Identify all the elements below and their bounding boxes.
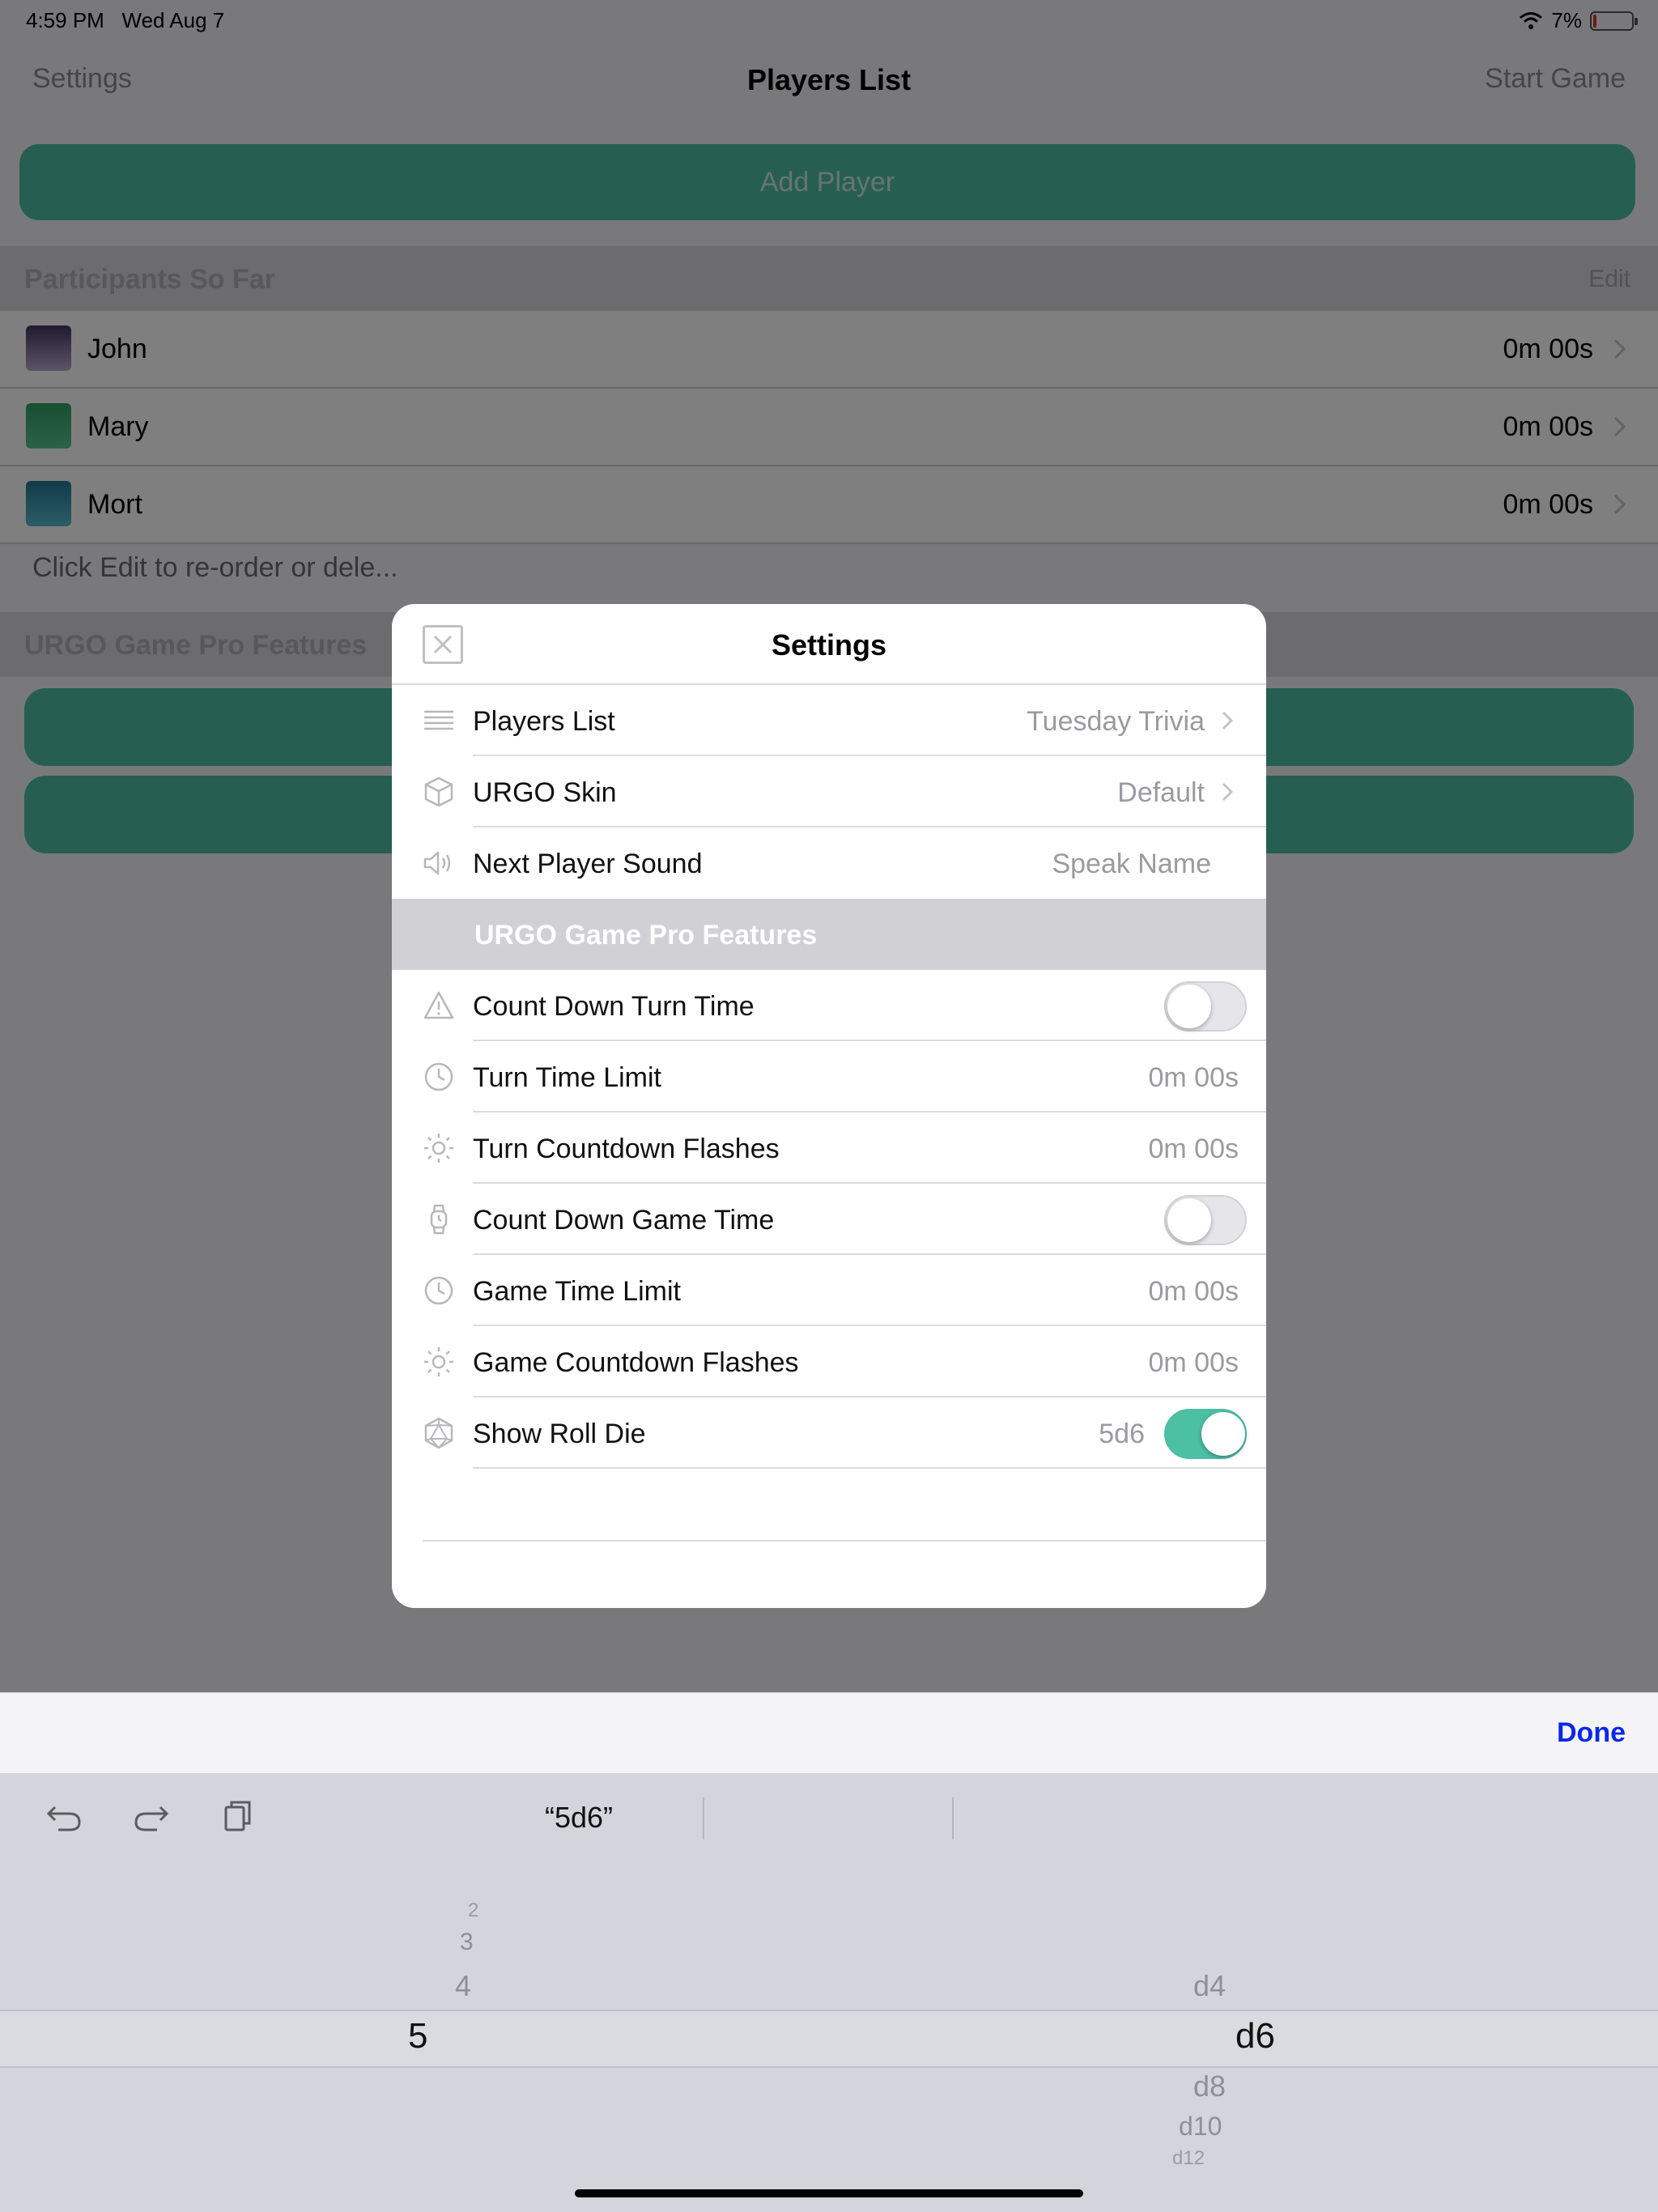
setting-label: Players List [473, 706, 615, 737]
warning-icon [423, 991, 454, 1019]
done-button[interactable]: Done [1557, 1717, 1626, 1749]
setting-value: Tuesday Trivia [1027, 706, 1205, 737]
chevron-right-icon [1222, 782, 1234, 802]
setting-label: Next Player Sound [473, 849, 703, 879]
show-roll-die-row: Show Roll Die 5d6 [392, 1397, 1266, 1469]
picker-selection-band [0, 2010, 1658, 2068]
setting-label: Turn Countdown Flashes [473, 1134, 780, 1164]
game-time-limit-row[interactable]: Game Time Limit 0m 00s [392, 1255, 1266, 1326]
watch-icon [430, 1204, 448, 1235]
urgo-skin-setting-row[interactable]: URGO Skin Default [392, 756, 1266, 827]
die-value-field[interactable]: 5d6 [1099, 1419, 1145, 1450]
count-down-turn-time-row: Count Down Turn Time [392, 970, 1266, 1041]
die-icon [424, 1417, 453, 1449]
setting-label: URGO Skin [473, 777, 617, 808]
picker-die-option[interactable]: d12 [1172, 2147, 1205, 2170]
show-roll-die-toggle[interactable] [1164, 1409, 1247, 1459]
picker-count-selected[interactable]: 5 [408, 2016, 427, 2057]
cube-icon [424, 776, 453, 807]
picker-count-option[interactable]: 4 [455, 1969, 471, 2003]
undo-icon[interactable] [44, 1796, 84, 1836]
count-down-game-time-row: Count Down Game Time [392, 1184, 1266, 1255]
setting-value: Default [1117, 777, 1205, 808]
turn-countdown-flashes-row[interactable]: Turn Countdown Flashes 0m 00s [392, 1112, 1266, 1184]
list-icon [424, 710, 453, 730]
pro-features-header: URGO Game Pro Features [392, 899, 1266, 970]
setting-value: 0m 00s [1148, 1276, 1239, 1307]
divider [423, 1540, 1266, 1542]
picker-count-option[interactable]: 2 [468, 1899, 478, 1922]
keyboard-shortcut-bar: “5d6” [0, 1773, 1658, 1862]
paste-icon[interactable] [219, 1796, 259, 1836]
clock-icon [424, 1062, 453, 1091]
picker-die-option[interactable]: d4 [1193, 1969, 1226, 2003]
picker-count-option[interactable]: 3 [460, 1929, 474, 1956]
setting-value: 0m 00s [1148, 1062, 1239, 1093]
turn-time-limit-row[interactable]: Turn Time Limit 0m 00s [392, 1041, 1266, 1112]
setting-label: Count Down Game Time [473, 1205, 775, 1236]
chevron-right-icon [1222, 711, 1234, 730]
setting-value: Speak Name [1052, 849, 1211, 879]
setting-label: Turn Time Limit [473, 1062, 662, 1093]
die-picker-keyboard: “5d6” 2 3 4 5 d4 d6 d8 d10 d12 [0, 1773, 1658, 2212]
setting-value: 0m 00s [1148, 1134, 1239, 1164]
home-indicator [575, 2189, 1083, 2197]
game-countdown-flashes-row[interactable]: Game Countdown Flashes 0m 00s [392, 1326, 1266, 1397]
clock-icon [424, 1276, 453, 1305]
sun-icon [424, 1347, 453, 1376]
count-down-turn-time-toggle[interactable] [1164, 981, 1247, 1032]
sun-icon [424, 1134, 453, 1163]
pro-features-header-title: URGO Game Pro Features [474, 920, 818, 951]
modal-header: Settings [392, 604, 1266, 685]
picker-die-option[interactable]: d8 [1193, 2069, 1226, 2104]
setting-label: Game Countdown Flashes [473, 1347, 799, 1378]
setting-value: 0m 00s [1148, 1347, 1239, 1378]
modal-title: Settings [771, 628, 886, 661]
setting-label: Count Down Turn Time [473, 991, 755, 1022]
picker-die-selected[interactable]: d6 [1235, 2016, 1275, 2057]
setting-label: Show Roll Die [473, 1419, 646, 1449]
redo-icon[interactable] [131, 1796, 172, 1836]
players-list-setting-row[interactable]: Players List Tuesday Trivia [392, 685, 1266, 756]
setting-label: Game Time Limit [473, 1276, 681, 1307]
next-player-sound-setting-row[interactable]: Next Player Sound Speak Name [392, 827, 1266, 899]
autocorrect-suggestion[interactable]: “5d6” [453, 1801, 704, 1835]
count-down-game-time-toggle[interactable] [1164, 1195, 1247, 1245]
keyboard-accessory-bar: Done [0, 1692, 1658, 1773]
picker-die-option[interactable]: d10 [1179, 2112, 1222, 2142]
speaker-icon [423, 851, 451, 875]
settings-modal: Settings Players List Tuesday Trivia URG… [392, 604, 1266, 1608]
